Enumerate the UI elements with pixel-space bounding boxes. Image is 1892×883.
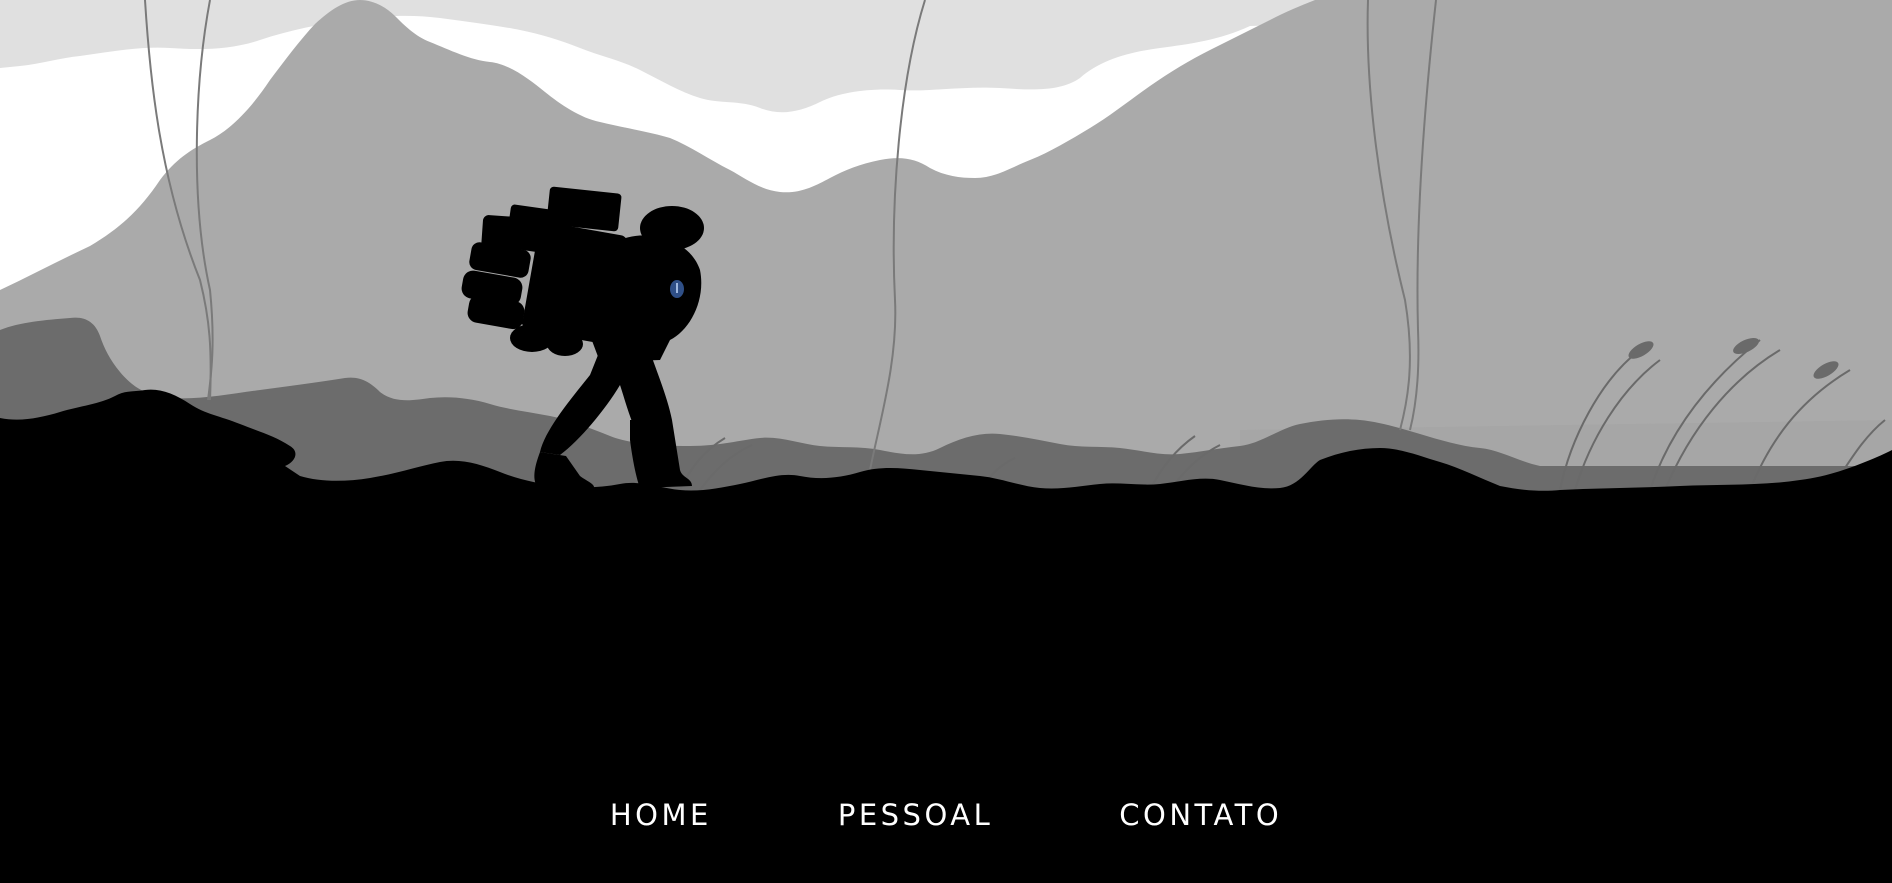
nav-pessoal[interactable]: PESSOAL — [838, 798, 993, 832]
page: HOME PESSOAL CONTATO — [0, 0, 1892, 883]
emblem-detail — [676, 283, 678, 293]
nav-home[interactable]: HOME — [610, 798, 712, 832]
landscape-scene — [0, 0, 1892, 500]
nav-contato[interactable]: CONTATO — [1119, 798, 1282, 832]
hero-illustration — [0, 0, 1892, 500]
main-nav: HOME PESSOAL CONTATO — [0, 790, 1892, 840]
